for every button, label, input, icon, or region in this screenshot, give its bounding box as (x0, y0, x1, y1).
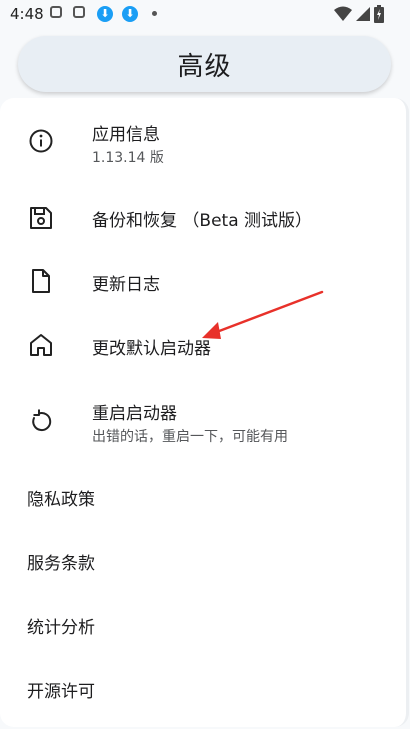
item-subtitle: 1.13.14 版 (92, 150, 164, 166)
item-title: 服务条款 (27, 554, 95, 574)
item-title: 更新日志 (92, 275, 160, 295)
status-time: 4:48 (10, 5, 44, 23)
list-item-terms-of-service[interactable]: 服务条款 (0, 540, 406, 580)
item-title: 重启启动器 (92, 404, 177, 424)
status-bar: 4:48 ⬇ ⬇ (0, 0, 410, 30)
shopping-bag-icon (73, 6, 85, 18)
cell-signal-icon (356, 7, 370, 21)
item-title: 备份和恢复 （Beta 测试版） (92, 211, 313, 231)
wifi-icon (334, 6, 352, 21)
list-item-change-default-launcher[interactable]: 更改默认启动器 (0, 324, 406, 368)
list-item-open-source-licenses[interactable]: 开源许可 (0, 668, 406, 708)
dot-icon (152, 11, 157, 16)
list-item-backup-restore[interactable]: 备份和恢复 （Beta 测试版） (0, 196, 406, 240)
item-subtitle: 出错的话，重启一下，可能有用 (92, 429, 288, 445)
list-item-analytics[interactable]: 统计分析 (0, 604, 406, 644)
info-icon (29, 129, 53, 153)
restart-icon (32, 409, 52, 432)
home-icon (30, 334, 52, 356)
status-right-icons (334, 5, 384, 23)
item-title: 应用信息 (92, 125, 160, 145)
page-title: 高级 (177, 51, 232, 82)
document-icon (32, 269, 50, 293)
list-item-restart-launcher[interactable]: 重启启动器 出错的话，重启一下，可能有用 (0, 392, 406, 450)
list-item-app-info[interactable]: 应用信息 1.13.14 版 (0, 112, 406, 170)
page-header: 高级 (18, 36, 391, 92)
list-item-privacy-policy[interactable]: 隐私政策 (0, 476, 406, 516)
download-icon: ⬇ (97, 6, 113, 22)
battery-charging-icon (374, 5, 384, 23)
download-icon: ⬇ (122, 6, 138, 22)
list-item-changelog[interactable]: 更新日志 (0, 260, 406, 304)
shopping-bag-icon (50, 6, 62, 18)
item-title: 更改默认启动器 (92, 339, 211, 359)
save-icon (30, 207, 52, 229)
item-title: 隐私政策 (27, 490, 95, 510)
item-title: 开源许可 (27, 682, 95, 702)
item-title: 统计分析 (27, 618, 95, 638)
